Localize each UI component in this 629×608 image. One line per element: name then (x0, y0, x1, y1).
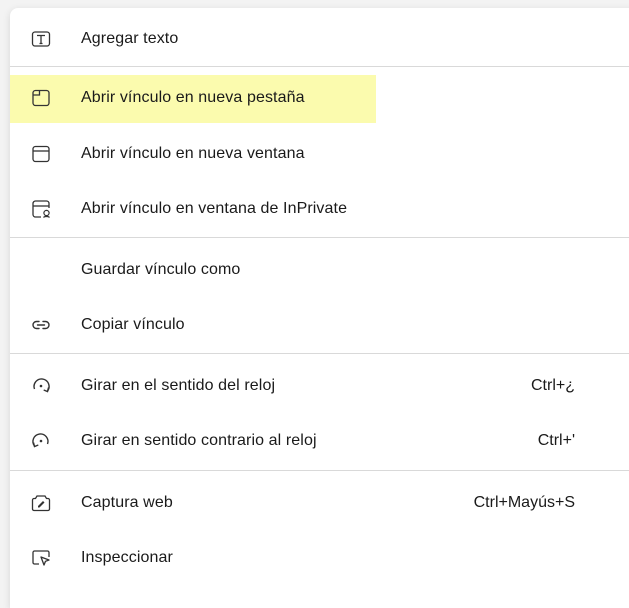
web-capture-icon (30, 492, 52, 514)
menu-item-label: Agregar texto (81, 30, 179, 47)
menu-item-label: Abrir vínculo en ventana de InPrivate (81, 200, 348, 217)
new-tab-icon (30, 87, 52, 109)
menu-item-shortcut: Ctrl+¿ (531, 377, 575, 394)
link-icon (30, 314, 52, 336)
menu-item-agregar-texto[interactable]: Agregar texto (10, 16, 620, 62)
rotate-clockwise-icon (30, 375, 52, 397)
menu-item-label: Guardar vínculo como (81, 261, 241, 278)
menu-item-abrir-inprivate[interactable]: Abrir vínculo en ventana de InPrivate (10, 186, 620, 232)
separator (10, 237, 629, 238)
new-window-icon (30, 143, 52, 165)
menu-item-captura-web[interactable]: Captura web Ctrl+Mayús+S (10, 480, 620, 526)
inspect-icon (30, 547, 52, 569)
menu-item-girar-reloj[interactable]: Girar en el sentido del reloj Ctrl+¿ (10, 363, 620, 409)
menu-item-shortcut: Ctrl+Mayús+S (473, 494, 575, 511)
menu-item-label: Girar en el sentido del reloj (81, 377, 276, 394)
menu-item-label: Copiar vínculo (81, 316, 185, 333)
rotate-counterclockwise-icon (30, 430, 52, 452)
menu-item-label: Inspeccionar (81, 549, 173, 566)
menu-item-copiar-vinculo[interactable]: Copiar vínculo (10, 302, 620, 348)
separator (10, 470, 629, 471)
menu-item-girar-contrario[interactable]: Girar en sentido contrario al reloj Ctrl… (10, 418, 620, 464)
menu-item-inspeccionar[interactable]: Inspeccionar (10, 535, 620, 581)
menu-item-guardar-vinculo[interactable]: Guardar vínculo como (10, 247, 620, 293)
separator (10, 353, 629, 354)
separator (10, 66, 629, 67)
menu-item-label: Abrir vínculo en nueva pestaña (81, 89, 305, 106)
menu-item-label: Girar en sentido contrario al reloj (81, 432, 317, 449)
menu-item-shortcut: Ctrl+' (537, 432, 575, 449)
menu-item-abrir-nueva-ventana[interactable]: Abrir vínculo en nueva ventana (10, 131, 620, 177)
menu-item-abrir-nueva-pestana[interactable]: Abrir vínculo en nueva pestaña (10, 75, 620, 123)
menu-item-label: Captura web (81, 494, 173, 511)
text-box-icon (30, 28, 52, 50)
inprivate-icon (30, 198, 52, 220)
context-menu: Agregar texto Abrir vínculo en nueva pes… (10, 8, 629, 608)
menu-item-label: Abrir vínculo en nueva ventana (81, 145, 305, 162)
